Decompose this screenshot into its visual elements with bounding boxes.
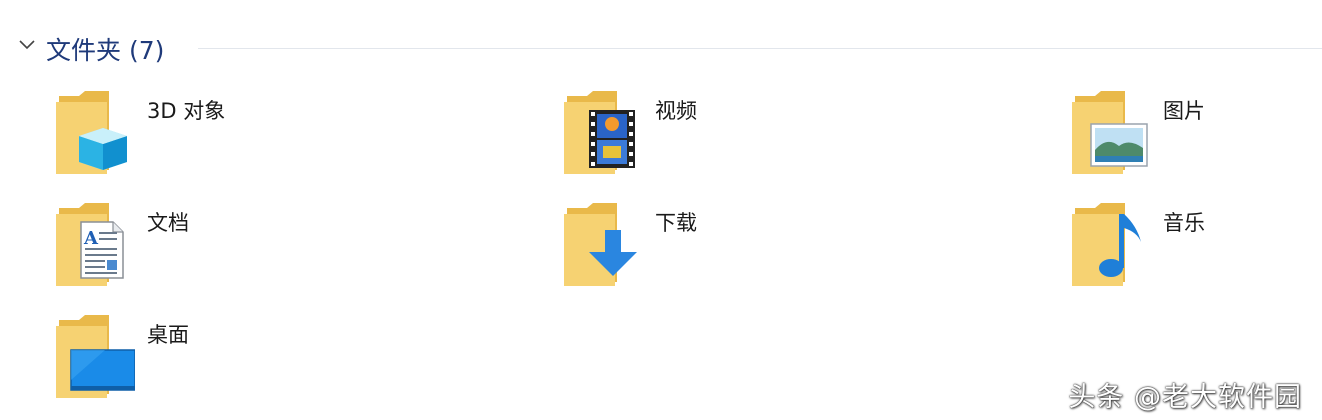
folder-3d-objects[interactable]: 3D 对象 (55, 90, 475, 190)
group-divider (198, 48, 1322, 49)
picture-landscape-icon (1072, 91, 1148, 174)
folder-pictures[interactable]: 图片 (1071, 90, 1322, 190)
folder-video[interactable]: 视频 (563, 90, 983, 190)
folder-label: 音乐 (1163, 211, 1205, 235)
desktop-monitor-icon (56, 315, 135, 398)
document-icon: A (56, 203, 124, 286)
folder-downloads[interactable]: 下载 (563, 202, 983, 302)
folder-label: 图片 (1163, 99, 1205, 123)
3d-objects-icon (56, 91, 127, 174)
music-note-icon (1072, 203, 1141, 286)
folder-documents[interactable]: A 文档 (55, 202, 475, 302)
group-title: 文件夹 (7) (46, 36, 165, 65)
folder-label: 下载 (655, 211, 697, 235)
folders-group-header[interactable]: 文件夹 (7) (0, 28, 1322, 68)
download-arrow-icon (564, 203, 637, 286)
folder-label: 文档 (147, 211, 189, 235)
folder-label: 视频 (655, 99, 697, 123)
chevron-down-icon[interactable] (18, 38, 36, 52)
video-film-icon (564, 91, 635, 174)
folder-label: 桌面 (147, 323, 189, 347)
folder-music[interactable]: 音乐 (1071, 202, 1322, 302)
svg-text:A: A (83, 228, 99, 249)
watermark-text: 头条 @老大软件园 (1068, 382, 1302, 413)
folder-label: 3D 对象 (147, 99, 226, 123)
folder-desktop[interactable]: 桌面 (55, 314, 475, 414)
